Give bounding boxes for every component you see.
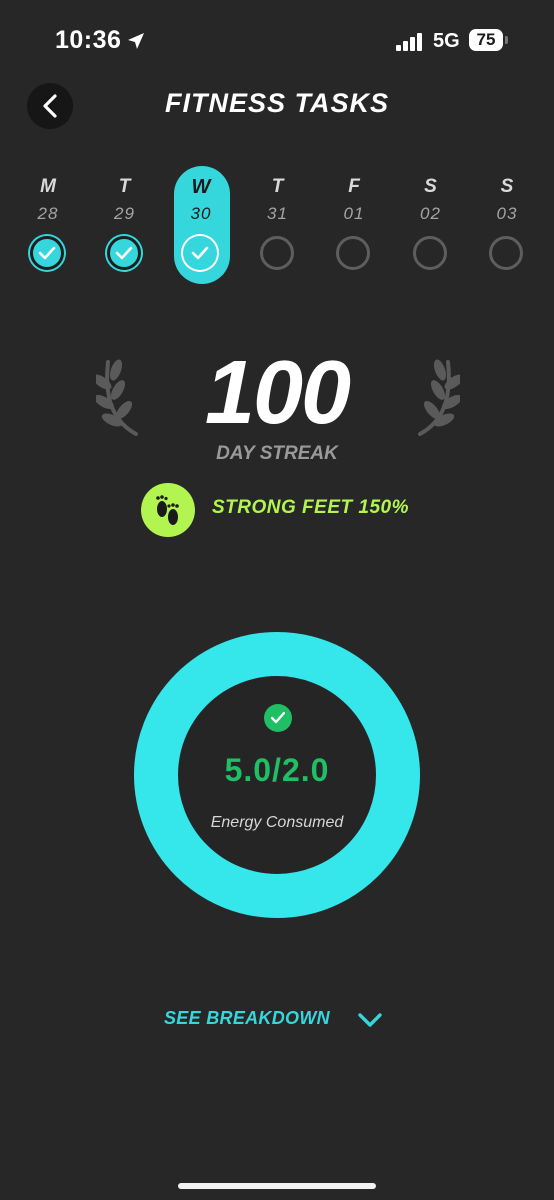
day-date: 30 (190, 204, 212, 223)
battery-tip (505, 36, 508, 44)
battery-icon: 75 (469, 29, 503, 51)
day-0[interactable]: M 28 (10, 166, 86, 286)
screen: 10:36 5G 75 FITNESS TASKS M 28 T 29 W 30 T 31 F 0… (0, 0, 554, 1200)
day-6[interactable]: S 03 (469, 166, 545, 286)
day-incomplete-circle (336, 236, 370, 270)
energy-label: Energy Consumed (210, 814, 344, 831)
day-letter: W (191, 176, 211, 198)
day-5[interactable]: S 02 (393, 166, 469, 286)
day-date: 02 (420, 204, 441, 223)
day-letter: S (500, 176, 514, 197)
status-time: 10:36 (55, 26, 122, 54)
week-selector: M 28 T 29 W 30 T 31 F 01 S 02 S 03 (10, 166, 544, 286)
day-3[interactable]: T 31 (240, 166, 316, 286)
day-letter: T (271, 176, 284, 197)
home-indicator (178, 1183, 376, 1189)
streak-number: 100 (204, 343, 351, 443)
page-title: FITNESS TASKS (164, 88, 390, 118)
check-icon (264, 704, 292, 732)
streak-label: DAY STREAK (216, 443, 338, 464)
location-arrow-icon (128, 33, 144, 49)
day-letter: F (348, 176, 360, 197)
day-incomplete-circle (259, 236, 294, 270)
day-2[interactable]: W 30 (163, 166, 239, 286)
day-incomplete-circle (412, 236, 447, 270)
day-date: 01 (343, 204, 365, 223)
see-breakdown-button[interactable]: SEE BREAKDOWN (160, 1004, 390, 1034)
day-date: 31 (267, 204, 288, 223)
day-letter: M (40, 176, 56, 197)
status-bar: 10:36 5G 75 (0, 0, 554, 80)
day-complete-check-icon (30, 236, 64, 270)
day-1[interactable]: T 29 (87, 166, 163, 286)
day-complete-check-icon (183, 236, 217, 270)
day-date: 03 (496, 204, 518, 223)
day-letter: S (424, 176, 437, 197)
cellular-signal-icon (396, 33, 422, 51)
day-complete-check-icon (106, 236, 141, 270)
badge-label: STRONG FEET 150% (212, 497, 409, 518)
day-letter: T (118, 176, 131, 197)
day-date: 29 (114, 204, 135, 223)
feet-icon (141, 483, 195, 537)
network-type: 5G (433, 30, 460, 52)
see-breakdown-label: SEE BREAKDOWN (164, 1008, 330, 1028)
day-4[interactable]: F 01 (316, 166, 392, 286)
chevron-down-icon (358, 1013, 382, 1027)
energy-value: 5.0/2.0 (224, 752, 330, 788)
day-incomplete-circle (489, 236, 523, 270)
day-date: 28 (37, 204, 59, 223)
